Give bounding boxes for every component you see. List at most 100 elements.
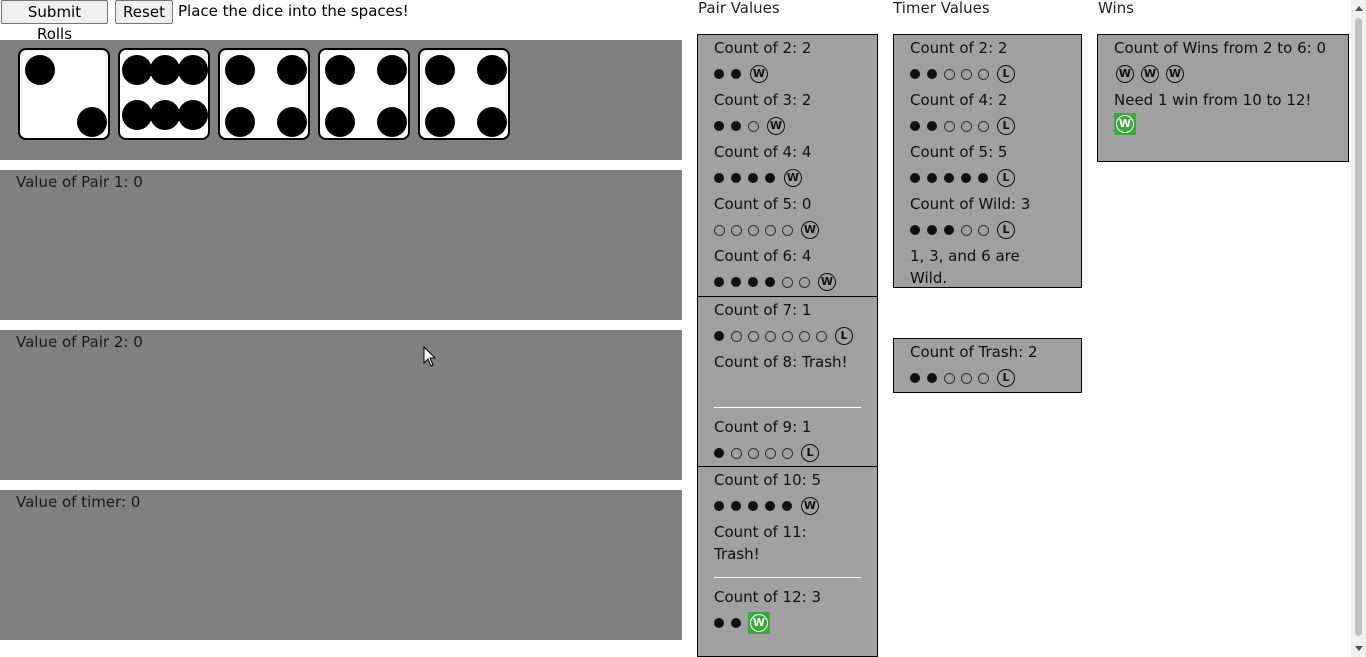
die-pip — [377, 55, 407, 85]
die-pip — [425, 55, 455, 85]
wins-count-label: Count of Wins from 2 to 6: 0 — [1114, 39, 1327, 57]
empty-dot-icon — [961, 68, 972, 80]
lose-circle-icon: L — [995, 219, 1017, 241]
empty-dot-icon — [961, 120, 972, 132]
instruction-text: Place the dice into the spaces! — [178, 2, 409, 20]
mouse-cursor-icon — [423, 346, 437, 367]
empty-dot-icon — [961, 224, 972, 236]
filled-dot-icon — [714, 69, 724, 79]
dice-tray — [0, 40, 682, 160]
empty-dot-icon — [961, 372, 972, 384]
timer-slot[interactable]: Value of timer: 0 — [0, 490, 682, 640]
die-3[interactable] — [218, 48, 310, 140]
pair-values-group-high: Count of 10: 5 W Count of 11: Trash! Count … — [697, 466, 878, 657]
die-1[interactable] — [18, 48, 110, 140]
filled-dot-icon — [910, 373, 920, 383]
empty-dot-icon — [731, 447, 742, 459]
progress-track: L — [714, 438, 871, 468]
filled-dot-icon — [714, 501, 724, 511]
filled-dot-icon — [927, 121, 937, 131]
empty-dot-icon — [714, 224, 725, 236]
progress-track: L — [714, 321, 871, 351]
submit-rolls-button[interactable]: Submit Rolls — [1, 0, 108, 43]
empty-dot-icon — [944, 372, 955, 384]
pair-1-slot[interactable]: Value of Pair 1: 0 — [0, 170, 682, 320]
pair-values-title: Pair Values — [698, 0, 780, 17]
die-pip — [325, 55, 355, 85]
empty-dot-icon — [731, 330, 742, 342]
progress-track: W — [714, 608, 871, 638]
pair-2-slot[interactable]: Value of Pair 2: 0 — [0, 330, 682, 480]
lose-circle-icon: L — [995, 115, 1017, 137]
empty-dot-icon — [978, 68, 989, 80]
reset-button[interactable]: Reset — [115, 0, 173, 24]
stat-label: Count of Trash: 2 — [910, 343, 1038, 361]
wins-box: Count of Wins from 2 to 6: 0 W W W Need 1 … — [1097, 34, 1349, 162]
die-pip — [377, 107, 407, 137]
empty-dot-icon — [978, 120, 989, 132]
empty-dot-icon — [978, 372, 989, 384]
empty-dot-icon — [782, 224, 793, 236]
page-scrollbar[interactable] — [1351, 0, 1366, 657]
stat-label: Count of 5: 5 — [910, 143, 1008, 161]
trash-box: Count of Trash: 2 L — [893, 338, 1082, 393]
filled-dot-icon — [731, 277, 741, 287]
die-pip — [225, 55, 255, 85]
stat-label: Count of 8: Trash! — [714, 353, 848, 371]
empty-dot-icon — [748, 447, 759, 459]
die-pip — [477, 55, 507, 85]
die-2[interactable] — [118, 48, 210, 140]
wins-badges: WWW — [1114, 59, 1338, 89]
die-4[interactable] — [318, 48, 410, 140]
stat-label: Count of 4: 4 — [714, 143, 812, 161]
stat-label: Count of Wild: 3 — [910, 195, 1031, 213]
win-circle-icon: W — [782, 167, 804, 189]
win-circle-icon: W — [799, 219, 821, 241]
empty-dot-icon — [799, 276, 810, 288]
filled-dot-icon — [731, 121, 741, 131]
scroll-thumb[interactable] — [1355, 18, 1362, 636]
filled-dot-icon — [927, 373, 937, 383]
progress-track: W — [714, 215, 871, 245]
timer-values-title: Timer Values — [893, 0, 990, 17]
empty-dot-icon — [765, 330, 776, 342]
win-circle-icon: W — [1164, 63, 1186, 85]
filled-dot-icon — [714, 277, 724, 287]
die-pip — [122, 55, 152, 85]
progress-track: W — [714, 59, 871, 89]
empty-dot-icon — [782, 447, 793, 459]
filled-dot-icon — [927, 225, 937, 235]
die-pip — [178, 55, 208, 85]
need-win-badge: W — [1114, 111, 1338, 137]
stat-label: Count of 3: 2 — [714, 91, 812, 109]
filled-dot-icon — [782, 501, 792, 511]
filled-dot-icon — [714, 173, 724, 183]
die-5[interactable] — [418, 48, 510, 140]
filled-dot-icon — [714, 331, 724, 341]
lose-circle-icon: L — [833, 325, 855, 347]
filled-dot-icon — [748, 277, 758, 287]
trash-divider — [714, 565, 861, 578]
lose-circle-icon: L — [799, 442, 821, 464]
progress-track: W — [714, 491, 871, 521]
scroll-up-icon[interactable] — [1355, 6, 1363, 11]
filled-dot-icon — [944, 225, 954, 235]
stat-label: Count of 12: 3 — [714, 588, 821, 606]
empty-dot-icon — [944, 68, 955, 80]
filled-dot-icon — [714, 618, 724, 628]
win-circle-icon: W — [748, 63, 770, 85]
need-win-text: Need 1 win from 10 to 12! — [1114, 91, 1312, 109]
scroll-down-icon[interactable] — [1355, 646, 1363, 651]
die-pip — [150, 55, 180, 85]
filled-dot-icon — [910, 173, 920, 183]
win-circle-icon: W — [1114, 63, 1136, 85]
die-pip — [325, 107, 355, 137]
progress-track: W — [714, 111, 871, 141]
filled-dot-icon — [927, 173, 937, 183]
lose-circle-icon: L — [995, 63, 1017, 85]
timer-values-box: Count of 2: 2 L Count of 4: 2 L Count of 5: … — [893, 34, 1082, 288]
die-pip — [122, 100, 152, 130]
win-circle-icon: W — [799, 495, 821, 517]
die-pip — [277, 107, 307, 137]
filled-dot-icon — [765, 173, 775, 183]
